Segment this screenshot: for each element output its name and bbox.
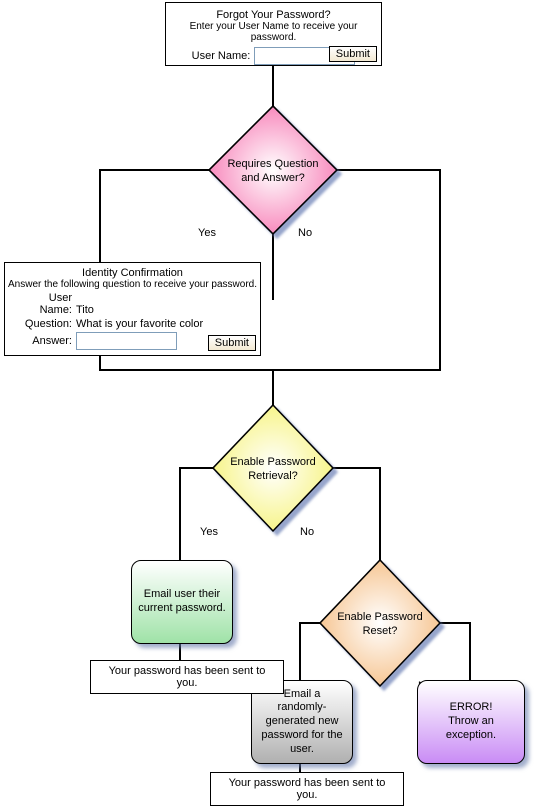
diamond-enable-retrieval: Enable PasswordRetrieval? xyxy=(227,456,319,484)
forgot-password-box: Forgot Your Password? Enter your User Na… xyxy=(165,2,382,66)
identity-submit-button[interactable]: Submit xyxy=(208,335,256,351)
identity-question-value: What is your favorite color xyxy=(76,318,203,330)
identity-confirmation-box: Identity Confirmation Answer the followi… xyxy=(4,262,261,356)
diamond-enable-reset: Enable PasswordReset? xyxy=(334,611,426,639)
forgot-username-label: User Name: xyxy=(192,50,251,62)
identity-answer-label: Answer: xyxy=(17,335,72,347)
identity-question-label: Question: xyxy=(17,318,72,330)
forgot-submit-button[interactable]: Submit xyxy=(329,46,377,62)
identity-title: Identity Confirmation xyxy=(5,267,260,279)
forgot-subtitle: Enter your User Name to receive your pas… xyxy=(174,21,373,43)
branch-yes-2: Yes xyxy=(200,526,218,538)
diamond-requires-qa: Requires Questionand Answer? xyxy=(225,158,321,186)
box-error: ERROR!Throw an exception. xyxy=(417,680,525,764)
box-error-text: ERROR!Throw an exception. xyxy=(418,681,524,763)
box-email-current-text: Email user theircurrent password. xyxy=(132,561,232,643)
box-email-current: Email user theircurrent password. xyxy=(131,560,233,644)
identity-username-value: Tito xyxy=(76,304,94,316)
msg-sent-2: Your password has been sent to you. xyxy=(210,772,404,806)
msg-sent-1: Your password has been sent to you. xyxy=(90,660,284,694)
branch-no-2: No xyxy=(300,526,314,538)
forgot-title: Forgot Your Password? xyxy=(174,9,373,21)
branch-yes-1: Yes xyxy=(198,227,216,239)
branch-no-1: No xyxy=(298,227,312,239)
identity-answer-input[interactable] xyxy=(76,332,177,350)
identity-username-label: User Name: xyxy=(17,292,72,316)
identity-subtitle: Answer the following question to receive… xyxy=(5,279,260,290)
